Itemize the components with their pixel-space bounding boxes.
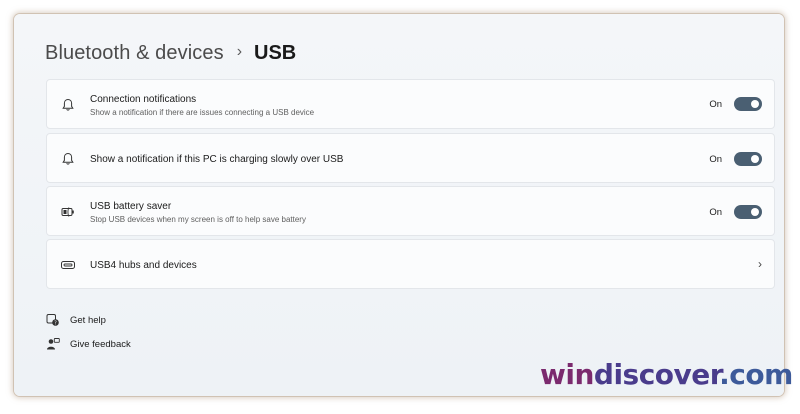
watermark-logo: windiscover.com [540,358,793,391]
card-title: Show a notification if this PC is chargi… [90,154,344,165]
page-title: USB [254,41,297,64]
get-help-label: Get help [70,314,106,326]
usb4-icon [59,256,77,274]
toggle-state-label: On [709,206,722,218]
card-title: USB4 hubs and devices [90,260,197,271]
card-usb4-hubs-and-devices[interactable]: USB4 hubs and devices › [46,239,775,289]
toggle-knob [751,208,759,216]
get-help-link[interactable]: ? Get help [46,313,106,327]
bell-icon [59,96,77,114]
give-feedback-label: Give feedback [70,338,131,350]
charging-slowly-toggle[interactable] [734,152,762,166]
card-charging-slowly: Show a notification if this PC is chargi… [46,133,775,183]
breadcrumb-separator: › [236,43,243,60]
feedback-icon [46,337,60,351]
card-description: Stop USB devices when my screen is off t… [90,215,306,224]
chevron-right-icon: › [758,257,762,271]
toggle-knob [751,155,759,163]
usb-battery-saver-toggle[interactable] [734,205,762,219]
toggle-state-label: On [709,98,722,110]
breadcrumb: Bluetooth & devices › USB [45,38,296,68]
watermark-part: win [540,358,594,391]
card-usb-battery-saver: USB battery saver Stop USB devices when … [46,186,775,236]
toggle-knob [751,100,759,108]
toggle-state-label: On [709,153,722,165]
battery-saver-icon [59,203,77,221]
help-icon: ? [46,313,60,327]
card-title: Connection notifications [90,94,197,105]
breadcrumb-parent[interactable]: Bluetooth & devices [45,42,224,65]
settings-window: Bluetooth & devices › USB Connection not… [14,14,793,396]
watermark-part: discover [593,358,720,391]
svg-text:?: ? [54,320,57,326]
connection-notifications-toggle[interactable] [734,97,762,111]
give-feedback-link[interactable]: Give feedback [46,337,131,351]
card-description: Show a notification if there are issues … [90,108,315,117]
card-title: USB battery saver [90,201,172,212]
watermark-part: .com [719,358,793,391]
card-connection-notifications: Connection notifications Show a notifica… [46,79,775,129]
bell-icon [59,150,77,168]
